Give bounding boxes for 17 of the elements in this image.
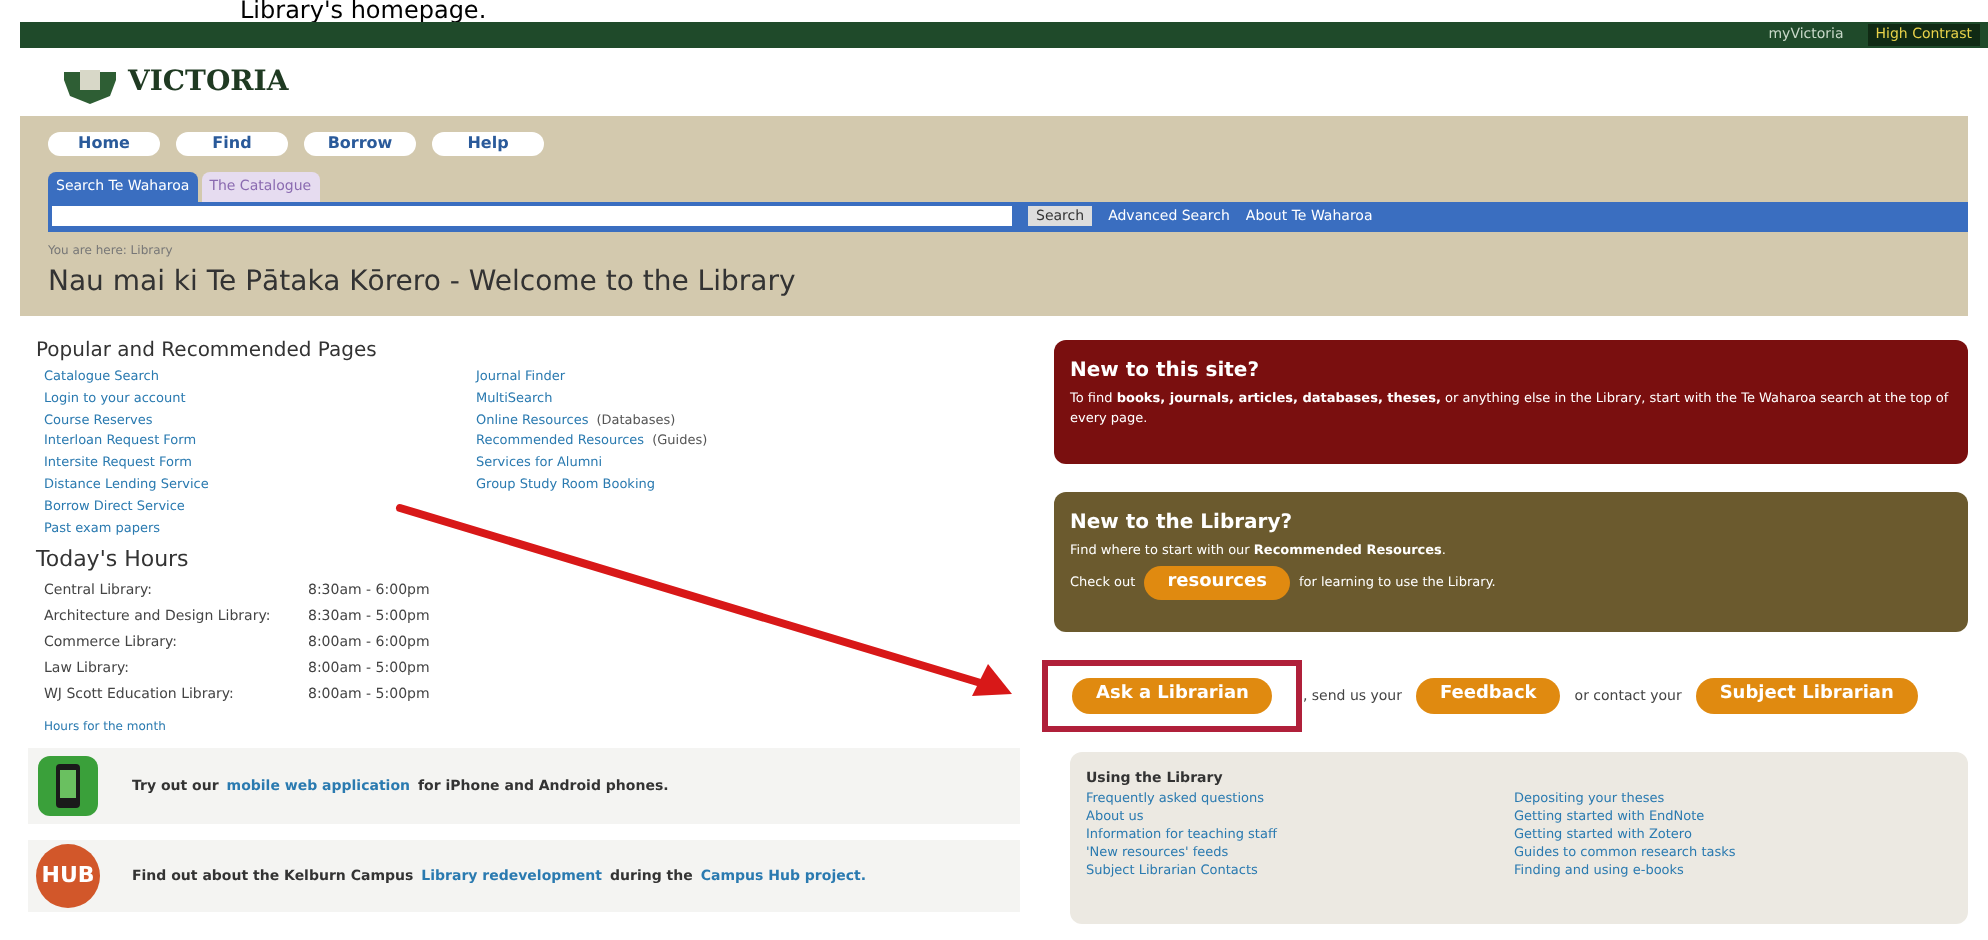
pill-button[interactable]: resources (1143, 565, 1291, 601)
logo[interactable]: VICTORIA (60, 60, 289, 104)
page-title: Nau mai ki Te Pātaka Kōrero - Welcome to the Library (48, 263, 798, 301)
phone-icon (36, 753, 100, 818)
nav-button[interactable]: Help (432, 132, 544, 156)
hub-logo: HUB (36, 843, 100, 908)
pill-button[interactable]: Subject Librarian (1695, 678, 1918, 714)
nav-button[interactable]: Find (176, 132, 288, 156)
search-field[interactable] (52, 206, 1012, 226)
nav-button[interactable]: Home (48, 132, 160, 156)
pill-button[interactable]: Feedback (1416, 678, 1561, 714)
pill-button[interactable]: Ask a Librarian (1072, 678, 1273, 714)
section-heading: Popular and Recommended Pages (36, 338, 379, 366)
panel-title: New to the Library? (1070, 510, 1295, 538)
nav-button[interactable]: Borrow (304, 132, 416, 156)
section-heading: Today's Hours (36, 544, 191, 577)
panel-title: New to this site? (1070, 358, 1262, 386)
